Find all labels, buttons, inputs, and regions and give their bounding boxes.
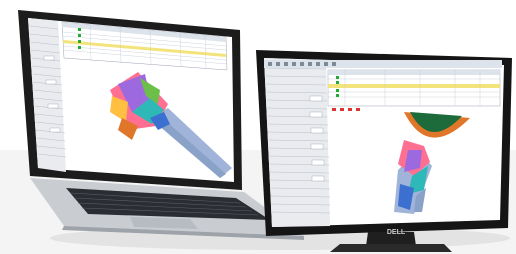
monitor-stand-base (330, 244, 452, 252)
photo-scene: DELL (0, 10, 516, 254)
monitor-left-panel (264, 58, 330, 227)
monitor-data-table (327, 69, 501, 111)
monitor-toolbar (264, 60, 502, 68)
monitor: DELL (256, 50, 512, 252)
monitor-brand-text: DELL (387, 229, 406, 236)
monitor-brand-logo: DELL (387, 229, 406, 236)
